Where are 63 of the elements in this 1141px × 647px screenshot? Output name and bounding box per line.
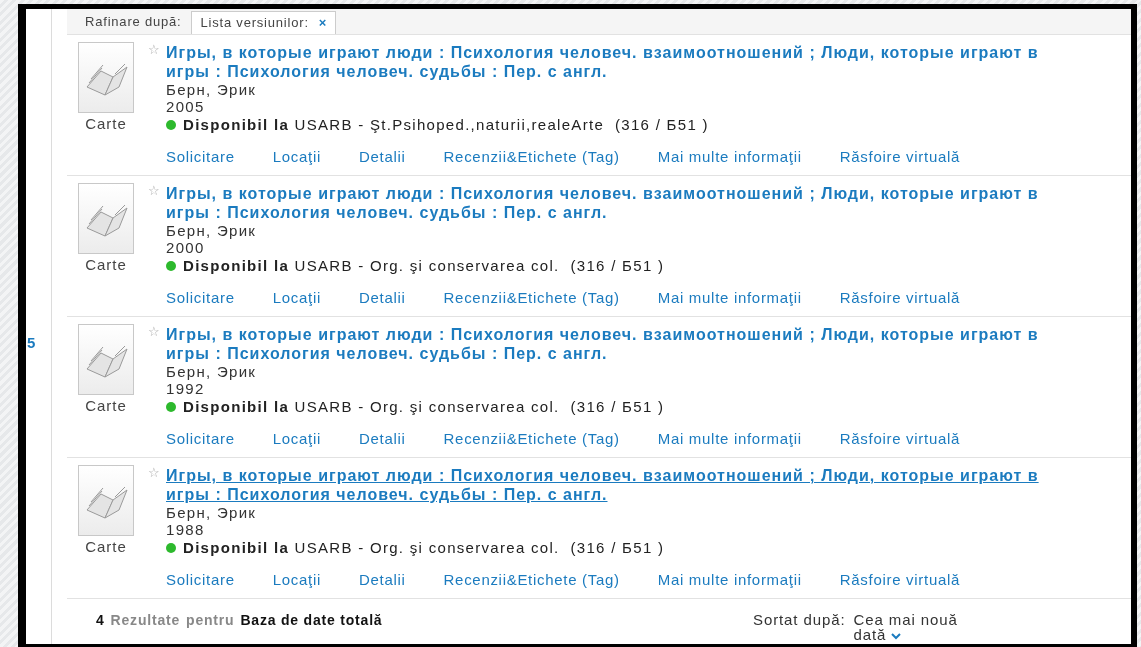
action-link[interactable]: Mai multe informaţii bbox=[657, 148, 802, 165]
action-link[interactable]: Răsfoire virtuală bbox=[839, 148, 961, 165]
availability-text: Disponibil la USARB - Şt.Psihoped.,naturii,realeArte (316 / Б51 ) bbox=[183, 116, 709, 133]
star-icon[interactable]: ☆ bbox=[141, 183, 166, 316]
action-link[interactable]: Locaţii bbox=[272, 571, 321, 588]
action-link[interactable]: Locaţii bbox=[272, 148, 321, 165]
action-link[interactable]: Solicitare bbox=[166, 148, 235, 165]
database-name: Baza de date totală bbox=[240, 612, 383, 630]
availability-text: Disponibil la USARB - Org. şi conservarea col. (316 / Б51 ) bbox=[183, 257, 665, 274]
action-link[interactable]: Detalii bbox=[358, 571, 406, 588]
book-icon bbox=[78, 465, 134, 536]
type-label: Carte bbox=[85, 397, 127, 414]
action-link[interactable]: Recenzii&Etichete (Tag) bbox=[443, 148, 620, 165]
chevron-icon bbox=[891, 633, 902, 640]
action-link[interactable]: Solicitare bbox=[166, 430, 235, 447]
availability-text: Disponibil la USARB - Org. şi conservarea col. (316 / Б51 ) bbox=[183, 398, 665, 415]
filter-tag[interactable]: Lista versiunilor: × bbox=[191, 11, 337, 34]
refine-label: Rafinare după: bbox=[85, 13, 182, 31]
action-link[interactable]: Răsfoire virtuală bbox=[839, 571, 961, 588]
action-link[interactable]: Locaţii bbox=[272, 430, 321, 447]
year: 1988 bbox=[166, 521, 206, 538]
close-icon[interactable]: × bbox=[318, 14, 328, 32]
star-icon[interactable]: ☆ bbox=[141, 465, 166, 598]
star-icon[interactable]: ☆ bbox=[141, 324, 166, 457]
action-link[interactable]: Mai multe informaţii bbox=[657, 430, 802, 447]
result-count: 4 bbox=[96, 612, 105, 630]
title-link[interactable]: Игры, в которые играют люди : Психология человеч. взаимоотношений ; Люди, которые играют в игры : Психология человеч. судьбы : Пер. с англ. bbox=[166, 466, 1056, 504]
action-link[interactable]: Solicitare bbox=[166, 289, 235, 306]
author: Берн, Эрик bbox=[166, 222, 258, 239]
action-link[interactable]: Mai multe informaţii bbox=[657, 289, 802, 306]
author: Берн, Эрик bbox=[166, 504, 258, 521]
action-link[interactable]: Răsfoire virtuală bbox=[839, 289, 961, 306]
action-link[interactable]: Detalii bbox=[358, 289, 406, 306]
availability-text: Disponibil la USARB - Org. şi conservarea col. (316 / Б51 ) bbox=[183, 539, 665, 556]
action-link[interactable]: Recenzii&Etichete (Tag) bbox=[443, 571, 620, 588]
action-link[interactable]: Recenzii&Etichete (Tag) bbox=[443, 430, 620, 447]
type-label: Carte bbox=[85, 538, 127, 555]
action-link[interactable]: Solicitare bbox=[166, 571, 235, 588]
book-icon bbox=[78, 42, 134, 113]
title-link[interactable]: Игры, в которые играют люди : Психология человеч. взаимоотношений ; Люди, которые играют в игры : Психология человеч. судьбы : Пер. с англ. bbox=[166, 184, 1056, 222]
action-link[interactable]: Locaţii bbox=[272, 289, 321, 306]
year: 2005 bbox=[166, 98, 206, 115]
year: 2000 bbox=[166, 239, 206, 256]
type-label: Carte bbox=[85, 256, 127, 273]
action-link[interactable]: Recenzii&Etichete (Tag) bbox=[443, 289, 620, 306]
results-label: Rezultate bbox=[110, 612, 181, 630]
action-link[interactable]: Răsfoire virtuală bbox=[839, 430, 961, 447]
action-link[interactable]: Mai multe informaţii bbox=[657, 571, 802, 588]
type-label: Carte bbox=[85, 115, 127, 132]
author: Берн, Эрик bbox=[166, 81, 258, 98]
book-icon bbox=[78, 324, 134, 395]
title-link[interactable]: Игры, в которые играют люди : Психология человеч. взаимоотношений ; Люди, которые играют в игры : Психология человеч. судьбы : Пер. с англ. bbox=[166, 43, 1056, 81]
star-icon[interactable]: ☆ bbox=[141, 42, 166, 175]
book-icon bbox=[78, 183, 134, 254]
author: Берн, Эрик bbox=[166, 363, 258, 380]
year: 1992 bbox=[166, 380, 206, 397]
sort-dropdown[interactable]: Cea mai nouă dată bbox=[853, 612, 972, 642]
sort-label: Sortat după: bbox=[753, 612, 846, 627]
action-link[interactable]: Detalii bbox=[358, 148, 406, 165]
for-label: pentru bbox=[186, 612, 235, 630]
title-link[interactable]: Игры, в которые играют люди : Психология человеч. взаимоотношений ; Люди, которые играют в игры : Психология человеч. судьбы : Пер. с англ. bbox=[166, 325, 1056, 363]
action-link[interactable]: Detalii bbox=[358, 430, 406, 447]
page-number[interactable]: 5 bbox=[27, 334, 36, 351]
